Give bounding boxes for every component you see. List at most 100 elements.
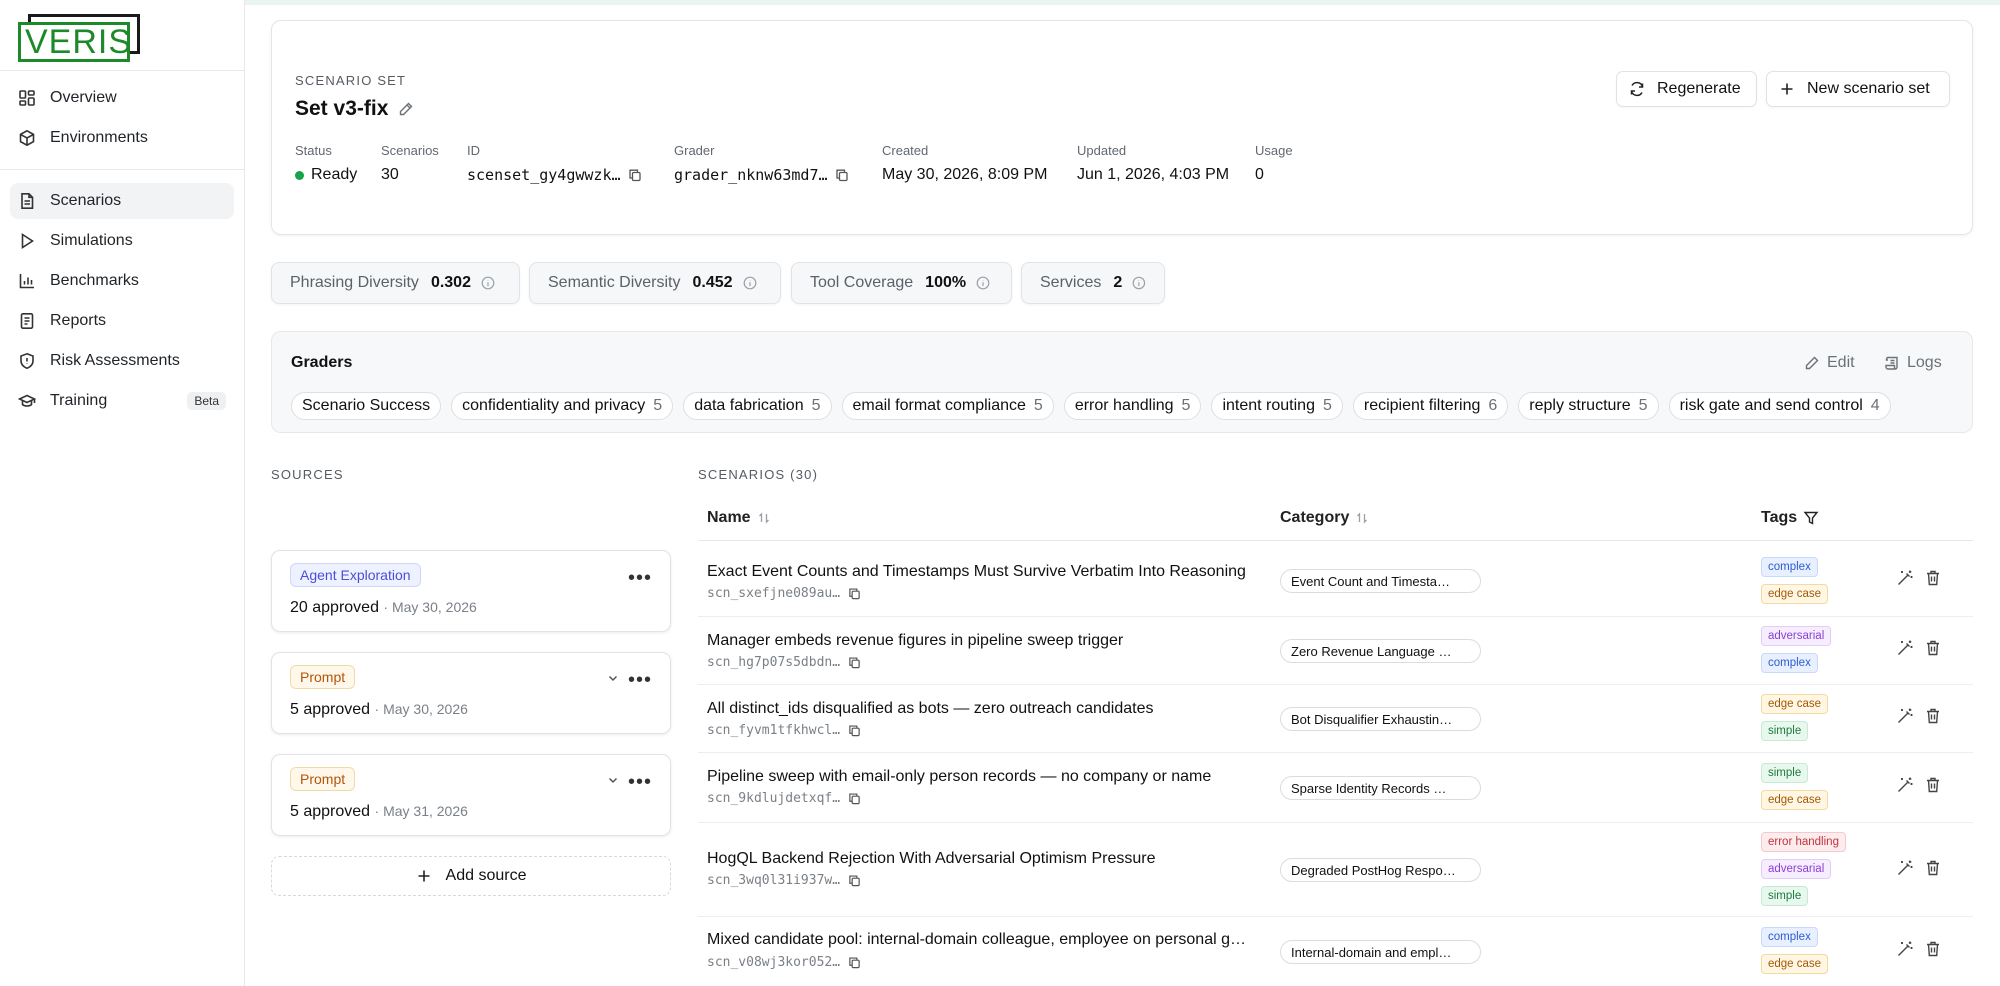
- metric-label: Services: [1040, 274, 1102, 291]
- magic-wand-icon[interactable]: [1896, 776, 1914, 794]
- sort-icon: [758, 512, 769, 524]
- table-row[interactable]: Exact Event Counts and Timestamps Must S…: [698, 541, 1973, 617]
- grader-chip-label: recipient filtering: [1363, 397, 1481, 414]
- sidebar-item-risk-assessments[interactable]: Risk Assessments: [10, 343, 234, 379]
- grader-chip-count: 5: [653, 397, 663, 414]
- grader-chip[interactable]: intent routing 5: [1211, 392, 1343, 420]
- grader-chip[interactable]: data fabrication 5: [683, 392, 832, 420]
- source-card[interactable]: Prompt 5 approved · May 30, 2026 •••: [271, 652, 671, 734]
- grader-chip[interactable]: email format compliance 5: [841, 392, 1054, 420]
- sidebar-item-simulations[interactable]: Simulations: [10, 223, 234, 259]
- usage-value: 0: [1255, 166, 1264, 183]
- more-options-icon[interactable]: •••: [628, 771, 652, 794]
- column-label: Category: [1280, 509, 1350, 526]
- plus-icon: [418, 870, 430, 882]
- pencil-icon: [1805, 356, 1819, 370]
- copy-icon[interactable]: [848, 724, 861, 737]
- table-row[interactable]: Manager embeds revenue figures in pipeli…: [698, 617, 1973, 685]
- magic-wand-icon[interactable]: [1896, 707, 1914, 725]
- sidebar-item-environments[interactable]: Environments: [10, 120, 234, 156]
- tag-list: complex edge case: [1761, 927, 1829, 974]
- copy-icon[interactable]: [848, 587, 861, 600]
- trash-icon[interactable]: [1924, 940, 1942, 958]
- column-tags-header[interactable]: Tags: [1761, 509, 1819, 527]
- meta-label: Created: [882, 143, 929, 158]
- column-label: Tags: [1761, 509, 1798, 526]
- sidebar-item-label: Benchmarks: [50, 272, 139, 289]
- sidebar-item-scenarios[interactable]: Scenarios: [10, 183, 234, 219]
- grader-chip[interactable]: reply structure 5: [1518, 392, 1659, 420]
- sidebar-item-benchmarks[interactable]: Benchmarks: [10, 263, 234, 299]
- scenario-name[interactable]: Manager embeds revenue figures in pipeli…: [707, 632, 1123, 650]
- header-eyebrow: SCENARIO SET: [295, 73, 407, 88]
- column-category-header[interactable]: Category: [1280, 509, 1369, 527]
- tag-badge: adversarial: [1761, 859, 1832, 879]
- grader-chip[interactable]: recipient filtering 6: [1352, 392, 1509, 420]
- scenario-id: scn_fyvm1tfkhwcl…: [707, 723, 861, 738]
- add-source-button[interactable]: Add source: [271, 856, 671, 896]
- meta-status: Status Ready: [295, 143, 357, 184]
- info-icon[interactable]: [1132, 276, 1146, 290]
- scenario-name[interactable]: Mixed candidate pool: internal-domain co…: [707, 931, 1246, 949]
- table-row[interactable]: Mixed candidate pool: internal-domain co…: [698, 917, 1973, 986]
- chevron-down-icon[interactable]: [606, 773, 620, 787]
- scenario-id: scn_3wq0l31i937w…: [707, 873, 861, 888]
- regenerate-button[interactable]: Regenerate: [1616, 71, 1757, 107]
- table-row[interactable]: Pipeline sweep with email-only person re…: [698, 753, 1973, 823]
- magic-wand-icon[interactable]: [1896, 940, 1914, 958]
- copy-icon[interactable]: [848, 792, 861, 805]
- trash-icon[interactable]: [1924, 707, 1942, 725]
- table-row[interactable]: All distinct_ids disqualified as bots — …: [698, 685, 1973, 753]
- scenario-name[interactable]: Exact Event Counts and Timestamps Must S…: [707, 563, 1246, 581]
- trash-icon[interactable]: [1924, 859, 1942, 877]
- scenario-name[interactable]: All distinct_ids disqualified as bots — …: [707, 700, 1153, 718]
- meta-grader: Grader grader_nknw63md7…: [674, 143, 849, 184]
- grader-chip-label: confidentiality and privacy: [462, 397, 646, 414]
- source-summary: 5 approved · May 31, 2026: [290, 803, 468, 821]
- info-icon[interactable]: [743, 276, 757, 290]
- filter-icon[interactable]: [1803, 510, 1819, 526]
- magic-wand-icon[interactable]: [1896, 639, 1914, 657]
- more-options-icon[interactable]: •••: [628, 669, 652, 692]
- sidebar-item-reports[interactable]: Reports: [10, 303, 234, 339]
- trash-icon[interactable]: [1924, 776, 1942, 794]
- logs-button[interactable]: Logs: [1884, 354, 1942, 372]
- grader-chip[interactable]: confidentiality and privacy 5: [451, 392, 674, 420]
- grader-chip[interactable]: risk gate and send control 4: [1668, 392, 1891, 420]
- trash-icon[interactable]: [1924, 569, 1942, 587]
- new-scenario-set-button[interactable]: New scenario set: [1766, 71, 1950, 107]
- grader-chip[interactable]: Scenario Success: [291, 392, 442, 420]
- source-card[interactable]: Prompt 5 approved · May 31, 2026 •••: [271, 754, 671, 836]
- metric-services: Services 2: [1021, 262, 1165, 304]
- veris-logo[interactable]: VERIS: [18, 14, 140, 62]
- pencil-icon[interactable]: [398, 101, 414, 117]
- grader-chip-label: email format compliance: [852, 397, 1026, 414]
- copy-icon[interactable]: [848, 874, 861, 887]
- meta-scenarios: Scenarios 30: [381, 143, 439, 184]
- magic-wand-icon[interactable]: [1896, 569, 1914, 587]
- source-card[interactable]: Agent Exploration 20 approved · May 30, …: [271, 550, 671, 632]
- scenario-name[interactable]: HogQL Backend Rejection With Adversarial…: [707, 850, 1155, 868]
- more-options-icon[interactable]: •••: [628, 567, 652, 590]
- sidebar-item-overview[interactable]: Overview: [10, 80, 234, 116]
- edit-graders-button[interactable]: Edit: [1804, 354, 1855, 372]
- grader-chip-label: reply structure: [1529, 397, 1631, 414]
- info-icon[interactable]: [976, 276, 990, 290]
- sidebar-item-training[interactable]: Training Beta: [10, 383, 234, 419]
- scenario-name[interactable]: Pipeline sweep with email-only person re…: [707, 768, 1211, 786]
- trash-icon[interactable]: [1924, 639, 1942, 657]
- info-icon[interactable]: [481, 276, 495, 290]
- scenario-id: scn_hg7p07s5dbdn…: [707, 655, 861, 670]
- copy-icon[interactable]: [628, 168, 642, 182]
- grader-chip-count: 5: [1322, 397, 1332, 414]
- grader-chip[interactable]: error handling 5: [1063, 392, 1202, 420]
- column-name-header[interactable]: Name: [707, 509, 771, 527]
- chevron-down-icon[interactable]: [606, 671, 620, 685]
- magic-wand-icon[interactable]: [1896, 859, 1914, 877]
- copy-icon[interactable]: [848, 656, 861, 669]
- grader-chip-label: data fabrication: [694, 397, 804, 414]
- copy-icon[interactable]: [848, 956, 861, 969]
- copy-icon[interactable]: [835, 168, 849, 182]
- grader-chip-count: 4: [1870, 397, 1880, 414]
- table-row[interactable]: HogQL Backend Rejection With Adversarial…: [698, 823, 1973, 917]
